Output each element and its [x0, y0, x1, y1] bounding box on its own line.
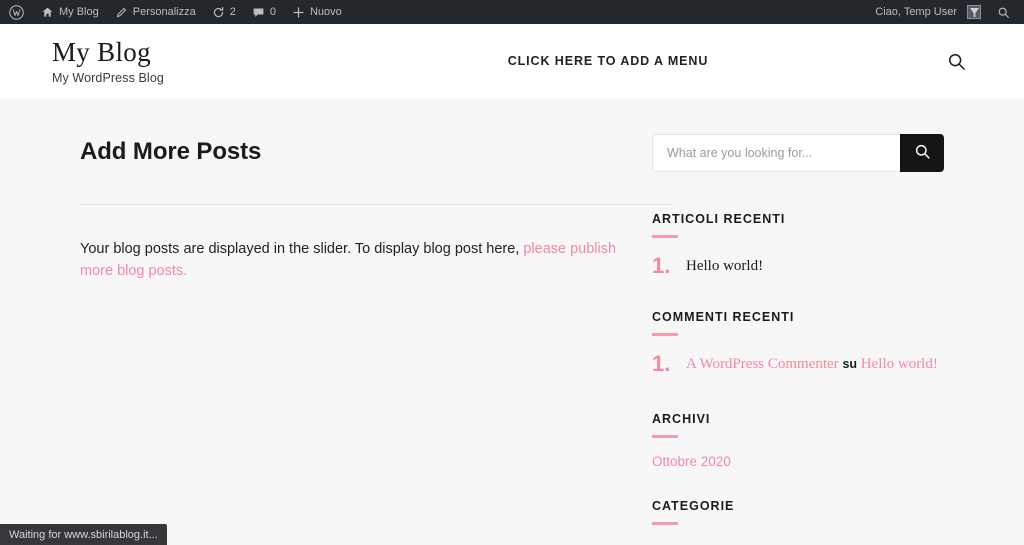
admin-bar-item-new-content[interactable]: Nuovo	[284, 0, 350, 24]
add-menu-prompt-link[interactable]: CLICK HERE TO ADD A MENU	[508, 54, 709, 68]
primary-navigation: CLICK HERE TO ADD A MENU	[352, 54, 864, 68]
widget-body: 1. Hello world!	[652, 253, 944, 278]
home-icon	[41, 6, 54, 19]
widget-title: ARCHIVI	[652, 412, 711, 427]
list-item: 1. A WordPress Commenter su Hello world!	[652, 351, 944, 377]
search-icon	[914, 143, 931, 163]
list-item[interactable]: 1. Hello world!	[652, 253, 944, 278]
widget-spacer	[652, 390, 944, 412]
widget-body: 1. A WordPress Commenter su Hello world!	[652, 351, 944, 377]
wp-admin-bar: My Blog Personalizza 2 0 Nuovo Ciao, Tem…	[0, 0, 1024, 24]
widget-title-rule	[652, 435, 678, 439]
main-content-column: Add More Posts Your blog posts are displ…	[52, 98, 671, 545]
widget-recent-comments: COMMENTI RECENTI 1. A WordPress Commente…	[652, 310, 944, 376]
site-header: My Blog My WordPress Blog CLICK HERE TO …	[0, 24, 1024, 98]
admin-bar-left-group: My Blog Personalizza 2 0 Nuovo	[0, 0, 350, 24]
admin-bar-updates-count: 2	[229, 5, 236, 18]
empty-posts-message-text: Your blog posts are displayed in the sli…	[80, 240, 520, 257]
archive-link[interactable]: Ottobre 2020	[652, 454, 944, 469]
list-item-marker: 1.	[652, 351, 671, 377]
page-title: Add More Posts	[80, 138, 262, 165]
list-item-marker: 1.	[652, 253, 671, 278]
search-icon	[997, 6, 1010, 19]
search-icon[interactable]	[947, 52, 966, 71]
recent-comment-entry: A WordPress Commenter su Hello world!	[686, 352, 938, 374]
comment-connector-word: su	[842, 357, 858, 372]
admin-bar-new-content-label: Nuovo	[309, 5, 342, 18]
admin-bar-item-site-name[interactable]: My Blog	[33, 0, 107, 24]
site-tagline: My WordPress Blog	[52, 70, 164, 85]
avatar	[967, 5, 981, 19]
header-search-area	[864, 52, 984, 71]
admin-bar-search-button[interactable]	[989, 0, 1018, 24]
widget-recent-posts: ARTICOLI RECENTI 1. Hello world!	[652, 212, 944, 278]
comment-author-link[interactable]: A WordPress Commenter	[686, 356, 839, 372]
comment-bubble-icon	[252, 6, 265, 19]
recent-post-link[interactable]: Hello world!	[686, 254, 763, 276]
admin-bar-site-name-label: My Blog	[59, 5, 99, 18]
admin-bar-right-group: Ciao, Temp User	[867, 0, 1024, 24]
widget-categories: CATEGORIE	[652, 499, 944, 526]
admin-bar-item-customize[interactable]: Personalizza	[107, 0, 204, 24]
comment-post-link[interactable]: Hello world!	[861, 356, 938, 372]
widget-body: Ottobre 2020	[652, 454, 944, 469]
admin-bar-comments-count: 0	[269, 5, 276, 18]
search-input[interactable]	[652, 134, 900, 172]
content-wrapper: Add More Posts Your blog posts are displ…	[0, 98, 1024, 545]
empty-posts-message: Your blog posts are displayed in the sli…	[80, 239, 644, 283]
admin-bar-my-account[interactable]: Ciao, Temp User	[867, 0, 989, 24]
search-submit-button[interactable]	[900, 134, 944, 172]
widget-archives: ARCHIVI Ottobre 2020	[652, 412, 944, 469]
pencil-icon	[115, 6, 128, 19]
admin-bar-item-updates[interactable]: 2	[204, 0, 244, 24]
wordpress-logo-icon	[9, 4, 24, 20]
widget-title-rule	[652, 333, 678, 337]
wordpress-logo-button[interactable]	[0, 0, 33, 24]
content-divider	[80, 203, 671, 205]
widget-title-rule	[652, 522, 678, 526]
admin-bar-item-comments[interactable]: 0	[244, 0, 284, 24]
widget-spacer	[652, 477, 944, 499]
admin-bar-customize-label: Personalizza	[132, 5, 196, 18]
widget-title: COMMENTI RECENTI	[652, 310, 795, 325]
site-title[interactable]: My Blog	[52, 37, 352, 67]
sidebar: ARTICOLI RECENTI 1. Hello world! COMMENT…	[644, 98, 944, 545]
widget-title-rule	[652, 235, 678, 238]
sidebar-search-widget	[652, 134, 944, 172]
widget-title: CATEGORIE	[652, 499, 735, 514]
widget-title: ARTICOLI RECENTI	[652, 212, 786, 226]
updates-icon	[212, 6, 225, 19]
admin-bar-greeting-label: Ciao, Temp User	[875, 5, 957, 18]
site-branding: My Blog My WordPress Blog	[52, 37, 352, 84]
plus-icon	[292, 6, 305, 19]
widget-spacer	[652, 292, 944, 310]
browser-status-bar: Waiting for www.sbirilablog.it...	[0, 524, 167, 545]
